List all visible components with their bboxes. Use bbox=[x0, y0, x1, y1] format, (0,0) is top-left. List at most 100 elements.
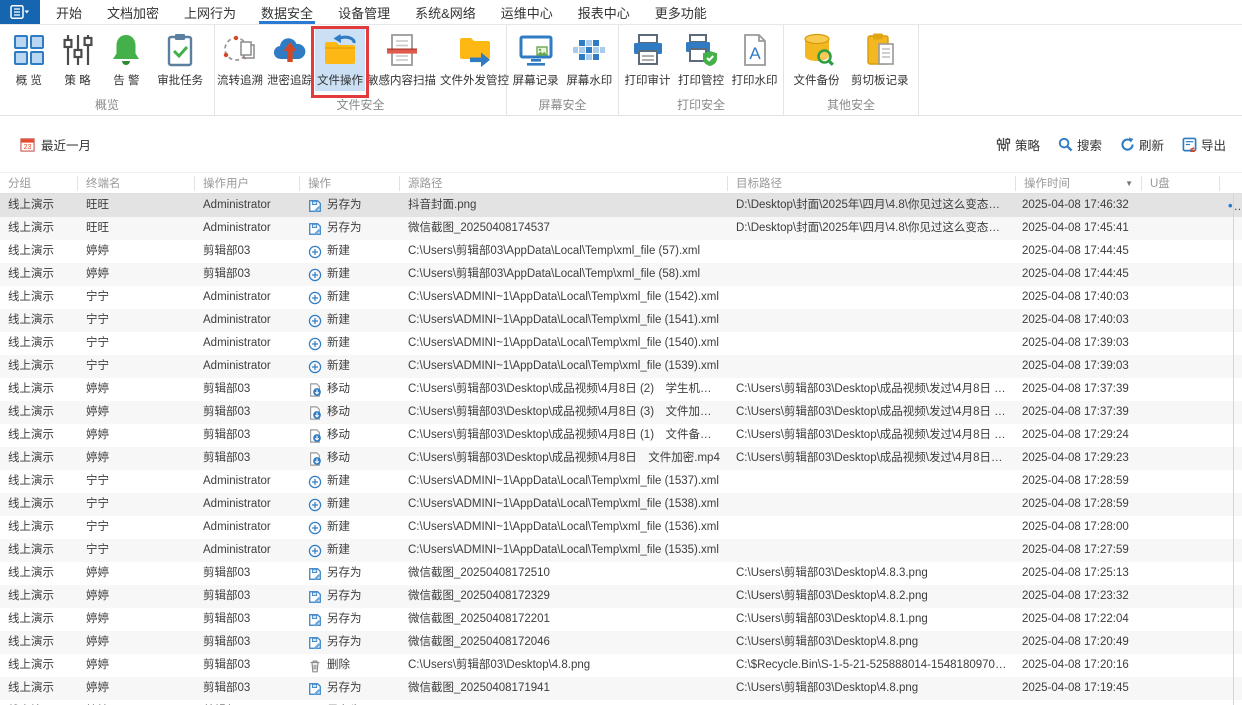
column-header-源路径[interactable]: 源路径 bbox=[400, 176, 728, 191]
table-row[interactable]: 线上演示婷婷剪辑部03移动C:\Users\剪辑部03\Desktop\成品视频… bbox=[0, 378, 1242, 401]
ribbon-group-label: 概览 bbox=[0, 97, 214, 115]
ribbon-button-screen-watermark[interactable]: 屏幕水印 bbox=[564, 29, 614, 91]
cell-target-path: C:\Users\剪辑部03\Desktop\4.8.png bbox=[728, 631, 1016, 654]
cell-terminal: 婷婷 bbox=[78, 378, 195, 401]
ribbon-button-file-backup[interactable]: 文件备份 bbox=[792, 29, 842, 91]
column-header-U盘[interactable]: U盘 bbox=[1142, 176, 1220, 191]
plus-icon bbox=[308, 544, 322, 558]
export-button[interactable]: 导出 bbox=[1182, 135, 1226, 154]
cell-terminal: 宁宁 bbox=[78, 355, 195, 378]
row-menu-icon[interactable]: ••• bbox=[1228, 198, 1242, 213]
table-row[interactable]: 线上演示旺旺Administrator另存为抖音封面.pngD:\Desktop… bbox=[0, 194, 1242, 217]
table-row[interactable]: 线上演示婷婷剪辑部03另存为微信截图_20250408171941C:\User… bbox=[0, 677, 1242, 700]
sliders-button[interactable]: 策略 bbox=[996, 135, 1040, 154]
table-row[interactable]: 线上演示婷婷剪辑部03另存为 bbox=[0, 700, 1242, 705]
table-row[interactable]: 线上演示婷婷剪辑部03另存为微信截图_20250408172329C:\User… bbox=[0, 585, 1242, 608]
menu-tab-1[interactable]: 开始 bbox=[56, 0, 82, 24]
table-row[interactable]: 线上演示旺旺Administrator另存为微信截图_2025040817453… bbox=[0, 217, 1242, 240]
cell-operation: 另存为 bbox=[300, 677, 400, 700]
ribbon-button-leak-cloud[interactable]: 泄密追踪 bbox=[265, 29, 315, 91]
trace-circle-icon bbox=[222, 32, 258, 68]
table-row[interactable]: 线上演示宁宁Administrator新建C:\Users\ADMINI~1\A… bbox=[0, 516, 1242, 539]
cell-usb bbox=[1142, 401, 1220, 424]
cell-terminal: 宁宁 bbox=[78, 332, 195, 355]
ribbon-button-policy-sliders[interactable]: 策 略 bbox=[58, 29, 98, 91]
ribbon-button-approval-clipboard[interactable]: 审批任务 bbox=[155, 29, 205, 91]
cell-usb bbox=[1142, 585, 1220, 608]
app-menu-button[interactable] bbox=[0, 0, 40, 24]
operation-label: 新建 bbox=[327, 355, 350, 378]
export-icon bbox=[1182, 137, 1197, 152]
date-range-filter[interactable]: 23 最近一月 bbox=[20, 135, 91, 154]
table-row[interactable]: 线上演示宁宁Administrator新建C:\Users\ADMINI~1\A… bbox=[0, 539, 1242, 562]
table-row[interactable]: 线上演示婷婷剪辑部03新建C:\Users\剪辑部03\AppData\Loca… bbox=[0, 263, 1242, 286]
table-row[interactable]: 线上演示婷婷剪辑部03删除C:\Users\剪辑部03\Desktop\4.8.… bbox=[0, 654, 1242, 677]
column-header-分组[interactable]: 分组 bbox=[0, 176, 78, 191]
menu-tab-9[interactable]: 更多功能 bbox=[655, 0, 707, 24]
cell-time: 2025-04-08 17:19:45 bbox=[1016, 677, 1142, 700]
table-row[interactable]: 线上演示宁宁Administrator新建C:\Users\ADMINI~1\A… bbox=[0, 493, 1242, 516]
column-header-操作[interactable]: 操作 bbox=[300, 176, 400, 191]
table-row[interactable]: 线上演示婷婷剪辑部03新建C:\Users\剪辑部03\AppData\Loca… bbox=[0, 240, 1242, 263]
ribbon-group-label: 文件安全 bbox=[215, 97, 506, 115]
column-header-menu[interactable] bbox=[1220, 176, 1242, 191]
menu-tab-2[interactable]: 文档加密 bbox=[107, 0, 159, 24]
operation-label: 另存为 bbox=[327, 562, 362, 585]
ribbon-button-scan-doc[interactable]: 敏感内容扫描 bbox=[365, 29, 438, 91]
cell-operation: 另存为 bbox=[300, 700, 400, 705]
table-row[interactable]: 线上演示宁宁Administrator新建C:\Users\ADMINI~1\A… bbox=[0, 355, 1242, 378]
table-row[interactable]: 线上演示宁宁Administrator新建C:\Users\ADMINI~1\A… bbox=[0, 309, 1242, 332]
ribbon-button-label: 屏幕记录 bbox=[513, 72, 559, 88]
table-row[interactable]: 线上演示婷婷剪辑部03移动C:\Users\剪辑部03\Desktop\成品视频… bbox=[0, 401, 1242, 424]
ribbon-button-clipboard-record[interactable]: 剪切板记录 bbox=[849, 29, 911, 91]
refresh-button[interactable]: 刷新 bbox=[1120, 135, 1164, 154]
column-header-label: U盘 bbox=[1150, 176, 1170, 191]
column-header-目标路径[interactable]: 目标路径 bbox=[728, 176, 1016, 191]
table-row[interactable]: 线上演示宁宁Administrator新建C:\Users\ADMINI~1\A… bbox=[0, 332, 1242, 355]
cell-source-path: 微信截图_20250408174537 bbox=[400, 217, 728, 240]
cell-user: 剪辑部03 bbox=[195, 263, 300, 286]
column-header-终端名[interactable]: 终端名 bbox=[78, 176, 195, 191]
ribbon-button-alert-bell[interactable]: 告 警 bbox=[106, 29, 146, 91]
saveas-icon bbox=[308, 682, 322, 696]
column-header-操作时间[interactable]: 操作时间▼ bbox=[1016, 176, 1142, 191]
ribbon-button-print-watermark[interactable]: A打印水印 bbox=[730, 29, 780, 91]
ribbon-button-overview-grid[interactable]: 概 览 bbox=[9, 29, 49, 91]
menu-tab-8[interactable]: 报表中心 bbox=[578, 0, 630, 24]
cell-user: 剪辑部03 bbox=[195, 631, 300, 654]
cell-operation: 移动 bbox=[300, 378, 400, 401]
ribbon-button-print-control[interactable]: 打印管控 bbox=[676, 29, 726, 91]
cell-target-path: D:\Desktop\封面\2025年\四月\4.8\你见过这么变态的电脑监..… bbox=[728, 217, 1016, 240]
column-header-操作用户[interactable]: 操作用户 bbox=[195, 176, 300, 191]
search-button[interactable]: 搜索 bbox=[1058, 135, 1102, 154]
table-row[interactable]: 线上演示宁宁Administrator新建C:\Users\ADMINI~1\A… bbox=[0, 470, 1242, 493]
table-row[interactable]: 线上演示婷婷剪辑部03另存为微信截图_20250408172510C:\User… bbox=[0, 562, 1242, 585]
ribbon-button-file-ops-folder[interactable]: 文件操作 bbox=[315, 29, 365, 91]
menu-tab-7[interactable]: 运维中心 bbox=[501, 0, 553, 24]
menu-tab-6[interactable]: 系统&网络 bbox=[415, 0, 476, 24]
menu-tab-5[interactable]: 设备管理 bbox=[338, 0, 390, 24]
operation-label: 另存为 bbox=[327, 700, 362, 705]
cell-operation: 另存为 bbox=[300, 217, 400, 240]
ribbon-button-outgoing-folder[interactable]: 文件外发管控 bbox=[438, 29, 511, 91]
menu-tab-3[interactable]: 上网行为 bbox=[184, 0, 236, 24]
ribbon-button-print-audit[interactable]: 打印审计 bbox=[623, 29, 673, 91]
ribbon-group-buttons: 屏幕记录屏幕水印 bbox=[507, 25, 618, 97]
table-row[interactable]: 线上演示婷婷剪辑部03另存为微信截图_20250408172201C:\User… bbox=[0, 608, 1242, 631]
table-row[interactable]: 线上演示婷婷剪辑部03移动C:\Users\剪辑部03\Desktop\成品视频… bbox=[0, 447, 1242, 470]
table-row[interactable]: 线上演示婷婷剪辑部03另存为微信截图_20250408172046C:\User… bbox=[0, 631, 1242, 654]
leak-cloud-icon bbox=[272, 32, 308, 68]
table-row[interactable]: 线上演示婷婷剪辑部03移动C:\Users\剪辑部03\Desktop\成品视频… bbox=[0, 424, 1242, 447]
overview-grid-icon bbox=[11, 32, 47, 68]
table-row[interactable]: 线上演示宁宁Administrator新建C:\Users\ADMINI~1\A… bbox=[0, 286, 1242, 309]
column-filter-arrow-icon[interactable]: ▼ bbox=[1125, 179, 1133, 188]
cell-time: 2025-04-08 17:20:49 bbox=[1016, 631, 1142, 654]
ribbon-button-screen-record[interactable]: 屏幕记录 bbox=[511, 29, 561, 91]
ribbon-button-trace-circle[interactable]: 流转追溯 bbox=[215, 29, 265, 91]
menu-tab-4[interactable]: 数据安全 bbox=[261, 0, 313, 24]
cell-operation: 另存为 bbox=[300, 608, 400, 631]
cell-row-menu bbox=[1220, 631, 1242, 654]
cell-row-menu bbox=[1220, 355, 1242, 378]
cell-row-menu bbox=[1220, 263, 1242, 286]
cell-source-path: 微信截图_20250408171941 bbox=[400, 677, 728, 700]
